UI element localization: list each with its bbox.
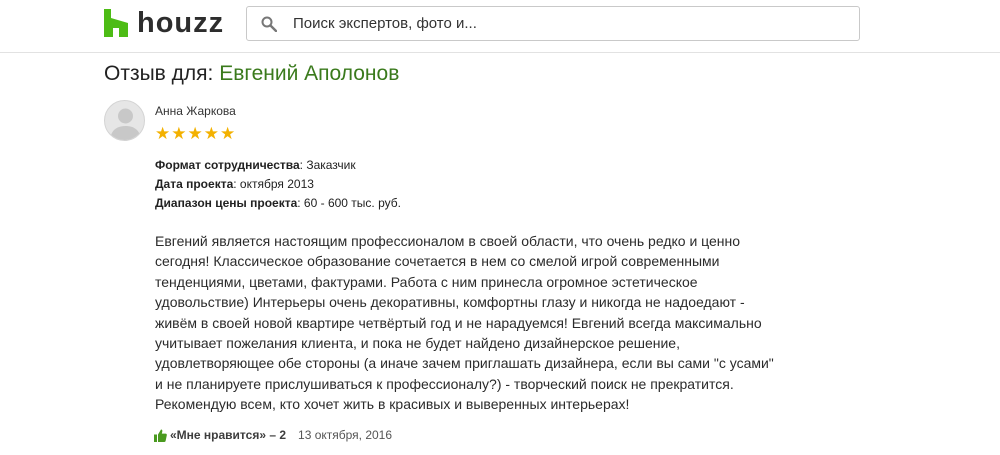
review-line: учитывает пожелания клиента, и пока не б…	[155, 335, 680, 352]
star-icon: ★	[203, 124, 219, 143]
review-line: Рекомендую всем, кто хочет жить в красив…	[155, 396, 630, 413]
review-line: удовольствие) Интерьеры очень декоративн…	[155, 294, 745, 311]
professional-name-link[interactable]: Евгений Аполонов	[219, 62, 399, 85]
meta-value: : октября 2013	[233, 177, 314, 191]
title-prefix: Отзыв для:	[104, 62, 214, 85]
review-line: живём в своей новой квартире четвёртый г…	[155, 314, 762, 331]
search-box[interactable]	[246, 6, 860, 41]
review-line: удовлетворяющее обе стороны (а иначе зач…	[155, 355, 774, 372]
meta-value: : Заказчик	[299, 158, 356, 172]
meta-value: : 60 - 600 тыс. руб.	[297, 196, 401, 210]
star-icon: ★	[220, 124, 236, 143]
review-date: 13 октября, 2016	[298, 428, 393, 442]
review-text: Евгений является настоящим профессионало…	[155, 231, 795, 415]
review-footer: «Мне нравится» – 2 13 октября, 2016	[154, 428, 392, 442]
review-line: и не планируете прислушиваться к професс…	[155, 375, 734, 392]
search-icon	[261, 16, 277, 32]
user-silhouette-icon	[110, 108, 141, 140]
rating-stars: ★ ★ ★ ★ ★	[155, 124, 235, 143]
logo-text: houzz	[137, 7, 225, 39]
page-title: Отзыв для: Евгений Аполонов	[104, 60, 399, 88]
search-input[interactable]	[293, 7, 843, 40]
meta-row-date: Дата проекта: октября 2013	[155, 175, 401, 194]
houzz-logo[interactable]: houzz	[104, 6, 224, 40]
meta-label: Диапазон цены проекта	[155, 196, 298, 210]
star-icon: ★	[187, 124, 203, 143]
site-header: houzz	[0, 0, 1000, 53]
meta-label: Дата проекта	[155, 177, 234, 191]
review-line: сегодня! Классическое образование сочета…	[155, 253, 720, 270]
thumbs-up-icon	[154, 429, 167, 442]
meta-row-price: Диапазон цены проекта: 60 - 600 тыс. руб…	[155, 194, 401, 213]
star-icon: ★	[171, 124, 187, 143]
meta-row-format: Формат сотрудничества: Заказчик	[155, 156, 401, 175]
meta-label: Формат сотрудничества	[155, 158, 300, 172]
star-icon: ★	[155, 124, 171, 143]
reviewer-avatar[interactable]	[104, 100, 145, 141]
like-label: «Мне нравится» – 2	[170, 428, 287, 442]
review-line: Евгений является настоящим профессионало…	[155, 233, 741, 249]
reviewer-name[interactable]: Анна Жаркова	[155, 104, 236, 118]
review-line: тенденциями, цветами, фактурами. Работа …	[155, 273, 698, 290]
like-button[interactable]: «Мне нравится» – 2	[154, 428, 286, 442]
houzz-logo-icon	[104, 9, 128, 37]
project-details: Формат сотрудничества: Заказчик Дата про…	[155, 156, 401, 213]
